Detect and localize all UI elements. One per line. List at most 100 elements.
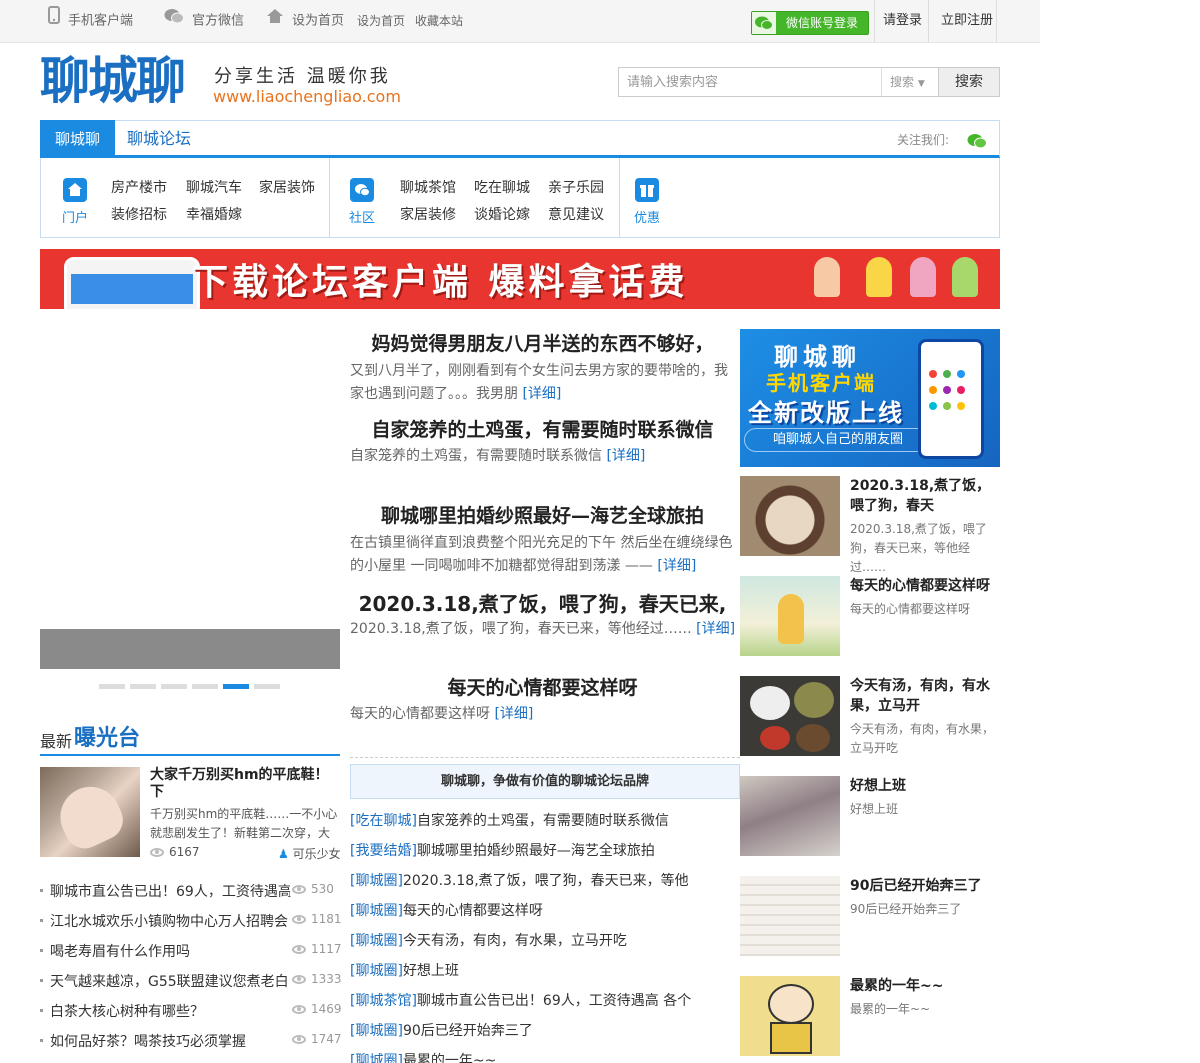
side-post-desc: 2020.3.18,煮了饭，喂了狗，春天已来，等他经过…… (850, 522, 987, 574)
article-more-link[interactable]: [详细] (494, 706, 533, 722)
search-input[interactable] (619, 68, 881, 96)
bookmark-link[interactable]: 收藏本站 (415, 0, 463, 42)
article-more-link[interactable]: [详细] (657, 558, 696, 574)
side-post[interactable]: 2020.3.18,煮了饭，喂了狗，春天 2020.3.18,煮了饭，喂了狗，春… (740, 476, 1000, 574)
article-title[interactable]: 自家笼养的土鸡蛋，有需要随时联系微信 (350, 415, 735, 442)
list-item[interactable]: 聊城市直公告已出！69人，工资待遇高 530 (40, 876, 340, 906)
article-title[interactable]: 聊城哪里拍婚纱照最好—海艺全球旅拍 (350, 501, 735, 528)
mobile-client-link[interactable]: 手机客户端 (48, 0, 133, 42)
subnav-link[interactable]: 聊城汽车 (186, 177, 242, 197)
subnav-link[interactable]: 亲子乐园 (548, 177, 604, 197)
list-item[interactable]: 天气越来越凉，G55联盟建议您煮老白 1333 (40, 966, 342, 996)
gift-icon (635, 178, 659, 202)
site-logo[interactable]: 聊城聊 (40, 50, 186, 112)
side-post-title: 2020.3.18,煮了饭，喂了狗，春天 (850, 478, 991, 514)
slider-dot-active[interactable] (223, 684, 249, 689)
slider-dot[interactable] (130, 684, 156, 689)
thread-item[interactable]: [聊城圈]今天有汤，有肉，有水果，立马开吃 (350, 926, 695, 956)
thread-item[interactable]: [我要结婚]聊城哪里拍婚纱照最好—海艺全球旅拍 (350, 836, 695, 866)
featured-title[interactable]: 大家千万别买hm的平底鞋！下 (150, 767, 336, 801)
search-type-select[interactable]: 搜索 ▼ (881, 68, 938, 96)
thread-category[interactable]: [聊城圈] (350, 963, 403, 979)
thread-item[interactable]: [聊城圈]每天的心情都要这样呀 (350, 896, 695, 926)
slider-dot[interactable] (99, 684, 125, 689)
set-home-label: 设为首页 (292, 13, 345, 29)
side-post[interactable]: 每天的心情都要这样呀 每天的心情都要这样呀 (740, 576, 1000, 656)
site-url: www.liaochengliao.com (213, 87, 401, 106)
post-thumbnail (740, 676, 840, 756)
side-post[interactable]: 今天有汤，有肉，有水果，立马开 今天有汤，有肉，有水果，立马开吃 (740, 676, 1000, 756)
list-item[interactable]: 江北水城欢乐小镇购物中心万人招聘会 1181 (40, 906, 342, 936)
article-more-link[interactable]: [详细] (606, 448, 645, 464)
register-link[interactable]: 立即注册 (941, 0, 993, 42)
slider-caption[interactable] (40, 629, 340, 669)
subnav-link[interactable]: 家居装饰 (259, 177, 315, 197)
subnav-link[interactable]: 装修招标 (111, 204, 167, 224)
tab-home[interactable]: 聊城聊 (40, 120, 115, 158)
subnav-link[interactable]: 房产楼市 (111, 177, 167, 197)
thread-item[interactable]: [聊城圈]好想上班 (350, 956, 695, 986)
eye-icon (292, 915, 306, 924)
subnav-link[interactable]: 谈婚论嫁 (474, 204, 530, 224)
featured-thumbnail[interactable] (40, 767, 140, 857)
subnav-link[interactable]: 幸福婚嫁 (186, 204, 242, 224)
article-more-link[interactable]: [详细] (522, 386, 561, 402)
side-post[interactable]: 90后已经开始奔三了 90后已经开始奔三了 (740, 876, 1000, 956)
user-icon: ♟ (278, 847, 289, 861)
slider-dot[interactable] (192, 684, 218, 689)
thread-item[interactable]: [聊城圈]最累的一年~~ (350, 1046, 695, 1063)
article-title[interactable]: 妈妈觉得男朋友八月半送的东西不够好， (350, 329, 735, 356)
thread-category[interactable]: [我要结婚] (350, 843, 417, 859)
subnav-link[interactable]: 吃在聊城 (474, 177, 530, 197)
search-button[interactable]: 搜索 (938, 68, 999, 96)
thread-category[interactable]: [聊城茶馆] (350, 993, 417, 1009)
portal-icon (63, 178, 87, 202)
thread-item[interactable]: [聊城圈]90后已经开始奔三了 (350, 1016, 695, 1046)
search-bar: 搜索 ▼ 搜索 (618, 67, 1000, 97)
thread-item[interactable]: [吃在聊城]自家笼养的土鸡蛋，有需要随时联系微信 (350, 806, 695, 836)
follow-us-label: 关注我们: (897, 133, 950, 147)
list-item[interactable]: 喝老寿眉有什么作用吗 1117 (40, 936, 342, 966)
article-title[interactable]: 2020.3.18,煮了饭，喂了狗，春天已来, (350, 588, 735, 617)
thread-item[interactable]: [聊城圈]2020.3.18,煮了饭，喂了狗，春天已来，等他 (350, 866, 695, 896)
group-label-community[interactable]: 社区 (349, 207, 375, 226)
set-home-link[interactable]: 设为首页 (266, 0, 344, 42)
side-post-desc: 每天的心情都要这样呀 (850, 602, 971, 616)
slider-dot[interactable] (254, 684, 280, 689)
subnav-link[interactable]: 意见建议 (548, 204, 604, 224)
cartoon-figure (952, 257, 978, 297)
thread-category[interactable]: [聊城圈] (350, 1053, 403, 1063)
slider-dot[interactable] (161, 684, 187, 689)
app-ad-banner[interactable]: 聊城聊 手机客户端 全新改版上线 咱聊城人自己的朋友圈 (740, 329, 1000, 467)
side-post[interactable]: 好想上班 好想上班 (740, 776, 1000, 856)
group-label-portal[interactable]: 门户 (62, 207, 88, 226)
thread-category[interactable]: [聊城圈] (350, 1023, 403, 1039)
exposure-section-title: 最新 曝光台 (40, 720, 340, 756)
wechat-icon[interactable] (967, 133, 987, 153)
subnav-link[interactable]: 聊城茶馆 (400, 177, 456, 197)
subnav-link[interactable]: 家居装修 (400, 204, 456, 224)
thread-category[interactable]: [吃在聊城] (350, 813, 417, 829)
official-wechat-link[interactable]: 官方微信 (164, 0, 244, 42)
divider (619, 158, 620, 237)
side-post[interactable]: 最累的一年~~ 最累的一年~~ (740, 976, 1000, 1056)
side-post-title: 每天的心情都要这样呀 (850, 578, 990, 594)
download-banner[interactable]: 下载论坛客户端 爆料拿话费 (40, 249, 1000, 309)
tab-forum[interactable]: 聊城论坛 (127, 121, 191, 157)
article-title[interactable]: 每天的心情都要这样呀 (350, 673, 735, 700)
list-item-views: 1333 (311, 972, 342, 986)
thread-item[interactable]: [聊城茶馆]聊城市直公告已出！69人，工资待遇高 各个 (350, 986, 695, 1016)
login-link[interactable]: 请登录 (883, 0, 922, 42)
list-item-title: 如何品好茶？喝茶技巧必须掌握 (50, 1034, 246, 1050)
thread-category[interactable]: [聊城圈] (350, 873, 403, 889)
thread-category[interactable]: [聊城圈] (350, 903, 403, 919)
thread-title: 每天的心情都要这样呀 (402, 903, 543, 919)
wechat-login-button[interactable]: 微信账号登录 (751, 11, 869, 35)
group-label-deals[interactable]: 优惠 (634, 207, 660, 226)
featured-author[interactable]: ♟ 可乐少女 (278, 845, 341, 862)
article-more-link[interactable]: [详细] (696, 621, 735, 637)
list-item[interactable]: 白茶大核心树种有哪些？ 1469 (40, 996, 342, 1026)
set-home-link-2[interactable]: 设为首页 (357, 0, 405, 42)
list-item[interactable]: 如何品好茶？喝茶技巧必须掌握 1747 (40, 1026, 342, 1056)
thread-category[interactable]: [聊城圈] (350, 933, 403, 949)
